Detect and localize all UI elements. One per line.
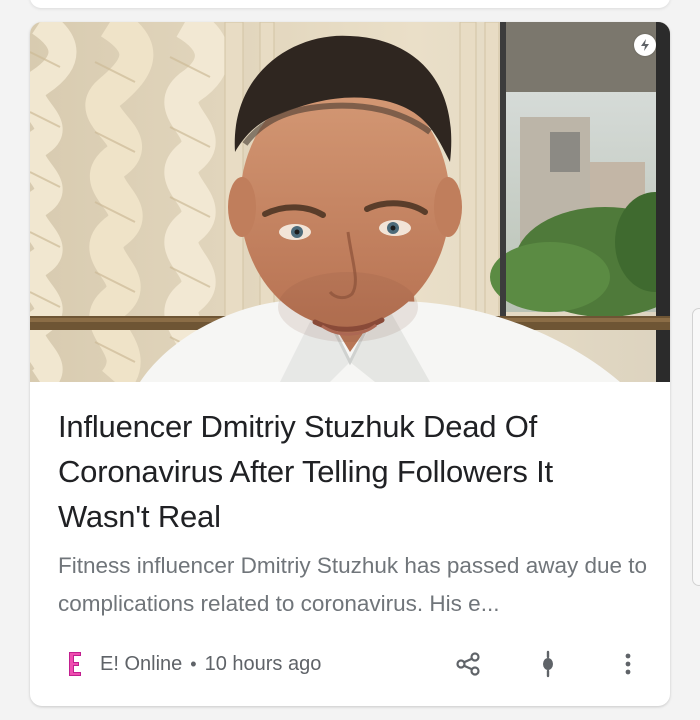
voice-button[interactable]	[528, 644, 568, 684]
source-logo	[66, 649, 84, 679]
more-vert-icon	[625, 653, 631, 675]
share-icon	[456, 652, 480, 676]
side-edge-panel[interactable]	[692, 308, 700, 586]
article-image[interactable]	[30, 22, 670, 382]
article-snippet[interactable]: Fitness influencer Dmitriy Stuzhuk has p…	[58, 547, 648, 623]
article-footer: E! Online • 10 hours ago	[58, 644, 648, 684]
voice-search-icon	[543, 650, 553, 678]
more-options-button[interactable]	[608, 644, 648, 684]
previous-card-bottom	[30, 0, 670, 8]
lightning-bolt-icon	[634, 34, 656, 56]
source-name[interactable]: E! Online	[100, 653, 182, 676]
hero-photo	[30, 22, 670, 382]
news-card[interactable]: Influencer Dmitriy Stuzhuk Dead Of Coron…	[30, 22, 670, 706]
meta-separator: •	[190, 653, 197, 674]
card-actions	[448, 644, 648, 684]
share-button[interactable]	[448, 644, 488, 684]
publish-time: 10 hours ago	[204, 652, 322, 675]
article-headline[interactable]: Influencer Dmitriy Stuzhuk Dead Of Coron…	[58, 404, 638, 539]
